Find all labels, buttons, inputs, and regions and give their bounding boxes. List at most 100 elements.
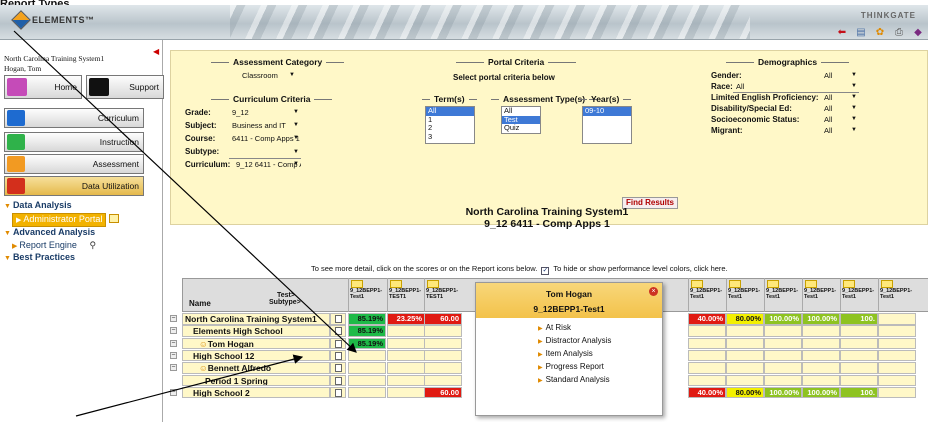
nav-curriculum[interactable]: Curriculum: [4, 108, 144, 128]
portal-icon[interactable]: [108, 213, 119, 223]
expand-toggle-icon[interactable]: –: [170, 364, 177, 372]
row-name[interactable]: Period 1 Spring: [182, 374, 330, 386]
score-cell[interactable]: [802, 374, 840, 386]
score-cell[interactable]: [424, 374, 462, 386]
score-cell[interactable]: [726, 349, 764, 362]
curriculum-select[interactable]: 9_12 6411 - Comp Ap▼: [233, 160, 301, 171]
score-cell[interactable]: 85.19%: [348, 313, 386, 325]
score-cell[interactable]: 60.00: [424, 386, 462, 399]
type-option[interactable]: Quiz: [502, 123, 540, 133]
years-listbox[interactable]: 09-10: [582, 106, 632, 144]
grade-select[interactable]: 9_12 ▼: [229, 108, 301, 119]
row-name[interactable]: High School 12: [182, 349, 330, 362]
report-folder-icon[interactable]: [881, 280, 893, 288]
row-name[interactable]: North Carolina Training System1: [182, 313, 330, 325]
search-icon[interactable]: ⚲: [89, 240, 96, 250]
score-cell[interactable]: [878, 325, 916, 337]
tree-report-engine[interactable]: ▶ Report Engine ⚲: [4, 240, 162, 253]
score-cell[interactable]: 100.00%: [802, 313, 840, 325]
expand-toggle-icon[interactable]: –: [170, 388, 177, 396]
score-cell[interactable]: [726, 325, 764, 337]
print-icon[interactable]: ⎙: [893, 27, 905, 38]
score-cell[interactable]: [424, 349, 462, 362]
score-cell[interactable]: [387, 325, 425, 337]
score-cell[interactable]: [348, 374, 386, 386]
expand-toggle-icon[interactable]: –: [170, 339, 177, 347]
popup-report-item[interactable]: ▶ Distractor Analysis: [538, 335, 662, 348]
expand-toggle-icon[interactable]: –: [170, 351, 177, 359]
score-cell[interactable]: 85.19%: [348, 325, 386, 337]
favorites-icon[interactable]: ✿: [874, 27, 886, 38]
course-select[interactable]: 6411 - Comp Apps 1 ▼: [229, 134, 301, 145]
test-column-header[interactable]: 9_12BEPP1-TEST1: [387, 278, 425, 312]
score-cell[interactable]: [688, 362, 726, 374]
row-report-icon[interactable]: [330, 313, 346, 325]
score-cell[interactable]: 100.00%: [764, 313, 802, 325]
score-cell[interactable]: [878, 374, 916, 386]
demographic-select[interactable]: All ▼: [821, 115, 859, 126]
report-folder-icon[interactable]: [691, 280, 703, 288]
nav-instruction[interactable]: Instruction: [4, 132, 144, 152]
score-cell[interactable]: 80.00%: [726, 386, 764, 399]
report-folder-icon[interactable]: [729, 280, 741, 288]
expand-toggle-icon[interactable]: –: [170, 327, 177, 335]
score-cell[interactable]: [424, 362, 462, 374]
report-icon[interactable]: [335, 376, 342, 385]
logo[interactable]: ELEMENTS™: [11, 10, 95, 30]
score-cell[interactable]: [878, 313, 916, 325]
row-name[interactable]: Elements High School: [182, 325, 330, 337]
score-cell[interactable]: [840, 337, 878, 350]
score-cell[interactable]: 100.00%: [802, 386, 840, 399]
logout-icon[interactable]: ◆: [912, 27, 924, 38]
score-cell[interactable]: [840, 349, 878, 362]
score-cell[interactable]: 85.19%: [348, 337, 386, 350]
report-icon[interactable]: [335, 339, 342, 348]
score-cell[interactable]: [424, 337, 462, 350]
report-icon[interactable]: [335, 315, 342, 323]
report-folder-icon[interactable]: [767, 280, 779, 288]
subject-select[interactable]: Business and IT ▼: [229, 121, 301, 132]
term-option[interactable]: 1: [426, 115, 474, 125]
score-cell[interactable]: [688, 325, 726, 337]
test-column-header[interactable]: 9_12BEPP1-Test1: [840, 278, 878, 312]
popup-report-item[interactable]: ▶ Progress Report: [538, 361, 662, 374]
report-icon[interactable]: [335, 364, 342, 373]
row-report-icon[interactable]: [330, 386, 346, 399]
term-option[interactable]: 3: [426, 132, 474, 142]
popup-report-item[interactable]: ▶ Standard Analysis: [538, 374, 662, 387]
support-button[interactable]: Support: [86, 75, 164, 99]
row-report-icon[interactable]: [330, 337, 346, 350]
score-cell[interactable]: 40.00%: [688, 386, 726, 399]
score-cell[interactable]: [387, 337, 425, 350]
tree-data-analysis[interactable]: ▼ Data Analysis: [4, 200, 162, 213]
demographic-select[interactable]: All ▼: [821, 71, 859, 82]
test-column-header[interactable]: 9_12BEPP1-Test1: [802, 278, 840, 312]
score-cell[interactable]: [726, 337, 764, 350]
report-icon[interactable]: [335, 327, 342, 336]
test-column-header[interactable]: 9_12BEPP1-Test1: [688, 278, 726, 312]
score-cell[interactable]: [726, 362, 764, 374]
popup-report-item[interactable]: ▶ Item Analysis: [538, 348, 662, 361]
terms-listbox[interactable]: All 1 2 3: [425, 106, 475, 144]
score-cell[interactable]: [348, 362, 386, 374]
back-arrow-icon[interactable]: ⬅: [836, 27, 848, 38]
score-cell[interactable]: [726, 374, 764, 386]
tree-advanced-analysis[interactable]: ▼ Advanced Analysis: [4, 227, 162, 240]
term-option[interactable]: All: [426, 106, 474, 116]
score-cell[interactable]: [348, 386, 386, 399]
score-cell[interactable]: [688, 349, 726, 362]
score-cell[interactable]: [840, 374, 878, 386]
performance-colors-checkbox[interactable]: ✓: [541, 267, 550, 275]
test-column-header[interactable]: 9_12BEPP1-Test1: [726, 278, 764, 312]
score-cell[interactable]: [424, 325, 462, 337]
test-column-header[interactable]: 9_12BEPP1-TEST1: [424, 278, 462, 312]
score-cell[interactable]: 60.00: [424, 313, 462, 325]
demographic-select[interactable]: All ▼: [821, 104, 859, 115]
score-cell[interactable]: 80.00%: [726, 313, 764, 325]
test-column-header[interactable]: 9_12BEPP1-Test1: [348, 278, 386, 312]
row-name[interactable]: High School 2: [182, 386, 330, 399]
score-cell[interactable]: [688, 374, 726, 386]
score-cell[interactable]: [688, 337, 726, 350]
row-name[interactable]: ☺Tom Hogan: [182, 337, 330, 350]
score-cell[interactable]: [387, 349, 425, 362]
